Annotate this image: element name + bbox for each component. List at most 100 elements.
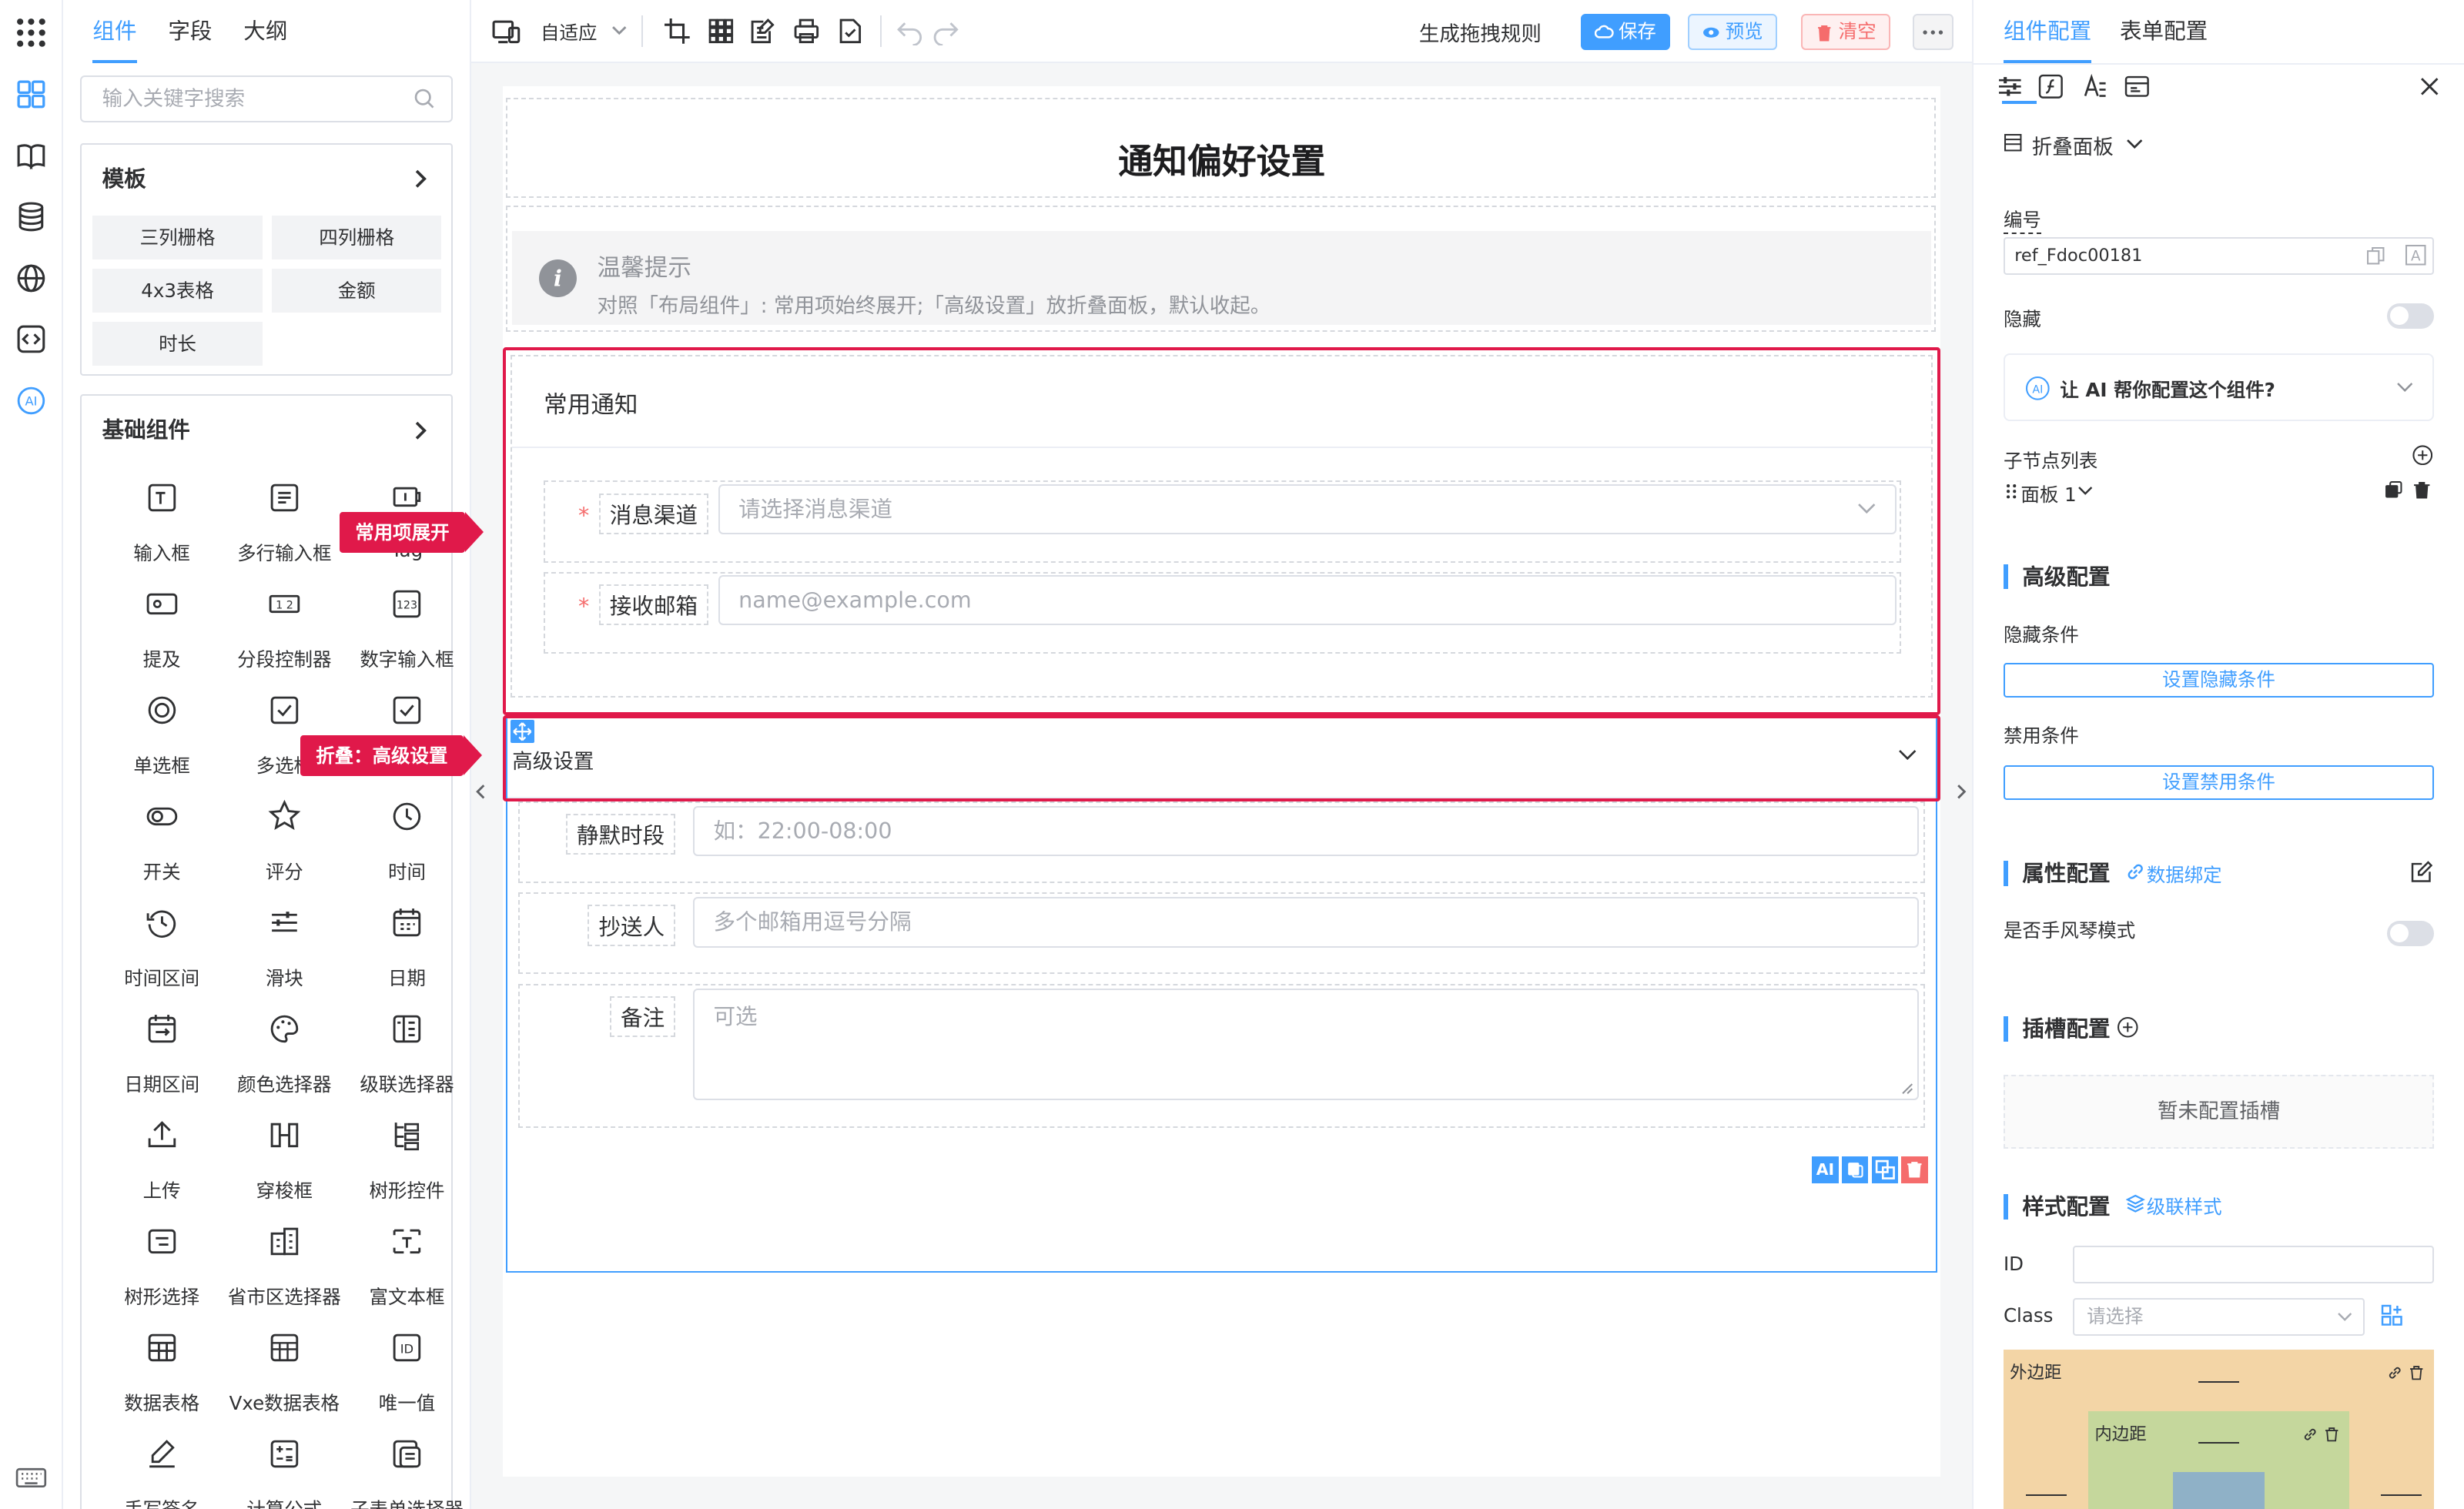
undo-icon[interactable]	[896, 17, 924, 46]
drag-dots-icon[interactable]	[2005, 483, 2017, 500]
template-amount[interactable]: 金额	[271, 268, 442, 313]
component-item[interactable]: 滑块	[223, 895, 346, 995]
component-item[interactable]: 数据表格	[101, 1320, 223, 1420]
component-item[interactable]: 子表单选择器	[346, 1426, 468, 1509]
component-item[interactable]: 单选框	[101, 682, 223, 783]
component-item[interactable]: 省市区选择器	[223, 1213, 346, 1314]
add-slot-icon[interactable]	[2117, 1016, 2139, 1039]
component-item[interactable]: 手写签名	[101, 1426, 223, 1509]
component-item[interactable]: 树形控件	[346, 1107, 468, 1208]
copy-icon[interactable]	[2366, 246, 2385, 265]
link-icon[interactable]	[2387, 1365, 2402, 1380]
chevron-down-icon[interactable]	[2077, 486, 2093, 497]
set-disable-condition-button[interactable]: 设置禁用条件	[2003, 765, 2435, 800]
clear-button[interactable]: 清空	[1800, 14, 1890, 51]
trash-icon[interactable]	[2409, 1365, 2424, 1380]
code-icon[interactable]	[14, 322, 49, 356]
grid-icon[interactable]	[707, 17, 735, 45]
component-item[interactable]: 开关	[101, 788, 223, 889]
template-4x3-table[interactable]: 4x3表格	[92, 268, 263, 313]
component-item[interactable]: 穿梭框	[223, 1107, 346, 1208]
margin-top-value[interactable]	[2198, 1380, 2240, 1383]
component-item[interactable]: 1 2 分段控制器	[223, 576, 346, 677]
hidden-toggle[interactable]	[2386, 303, 2435, 329]
margin-right-value[interactable]	[2380, 1494, 2422, 1496]
chevron-down-icon[interactable]	[610, 22, 628, 38]
duplicate-action-icon[interactable]	[1871, 1156, 1899, 1183]
copy-action-icon[interactable]	[1841, 1156, 1869, 1183]
link-icon[interactable]	[2302, 1427, 2318, 1442]
more-button[interactable]	[1912, 14, 1953, 51]
template-four-col[interactable]: 四列栅格	[271, 215, 442, 259]
component-item[interactable]: 日期区间	[101, 1001, 223, 1102]
template-duration[interactable]: 时长	[92, 322, 263, 366]
save-button[interactable]: 保存	[1581, 14, 1671, 51]
preview-button[interactable]: 预览	[1687, 14, 1777, 51]
component-item[interactable]: 富文本框	[346, 1213, 468, 1314]
padding-box[interactable]: 内边距	[2088, 1410, 2349, 1509]
edit-icon[interactable]	[2411, 861, 2433, 883]
component-item[interactable]: 评分	[223, 788, 346, 889]
component-item[interactable]: 上传	[101, 1107, 223, 1208]
resize-handle-icon[interactable]	[1901, 1082, 1913, 1095]
function-icon[interactable]	[2038, 74, 2064, 99]
data-binding-link[interactable]: 数据绑定	[2147, 861, 2222, 888]
book-icon[interactable]	[14, 139, 49, 173]
trash-icon[interactable]	[2324, 1427, 2339, 1442]
crop-icon[interactable]	[663, 17, 691, 45]
class-manage-icon[interactable]	[2381, 1304, 2403, 1327]
component-search-input[interactable]: 输入关键字搜索	[80, 75, 453, 123]
component-item[interactable]: 123 数字输入框	[346, 576, 468, 677]
id-input[interactable]: ref_Fdoc00181 A	[2003, 237, 2435, 276]
tab-form-config[interactable]: 表单配置	[2120, 0, 2208, 63]
style-id-input[interactable]	[2072, 1246, 2435, 1284]
class-select[interactable]: 请选择	[2072, 1297, 2365, 1336]
component-type[interactable]: 折叠面板	[2032, 130, 2114, 160]
template-three-col[interactable]: 三列栅格	[92, 215, 263, 259]
component-item[interactable]: 多行输入框	[223, 470, 346, 570]
component-item[interactable]: Vxe数据表格	[223, 1320, 346, 1420]
settings-sliders-icon[interactable]	[1997, 74, 2023, 99]
ai-icon[interactable]: AI	[14, 383, 49, 418]
device-icon[interactable]	[490, 17, 522, 45]
globe-icon[interactable]	[14, 261, 49, 296]
component-item[interactable]: ID 唯一值	[346, 1320, 468, 1420]
component-item[interactable]: 输入框	[101, 470, 223, 570]
ai-action-button[interactable]: AI	[1812, 1156, 1839, 1183]
cascade-style-link[interactable]: 级联样式	[2147, 1193, 2222, 1220]
accordion-toggle[interactable]	[2386, 920, 2435, 946]
tab-fields[interactable]: 字段	[168, 0, 212, 63]
component-item[interactable]: 级联选择器	[346, 1001, 468, 1102]
templates-header[interactable]: 模板	[82, 145, 451, 214]
add-child-icon[interactable]	[2412, 444, 2433, 466]
padding-top-value[interactable]	[2198, 1442, 2240, 1444]
event-icon[interactable]	[2124, 74, 2150, 99]
basic-components-header[interactable]: 基础组件	[82, 396, 451, 465]
cc-input[interactable]: 多个邮箱用逗号分隔	[692, 897, 1919, 948]
tab-components[interactable]: 组件	[92, 0, 137, 63]
component-item[interactable]: 日期	[346, 895, 468, 995]
margin-left-value[interactable]	[2025, 1494, 2067, 1496]
database-icon[interactable]	[14, 199, 49, 234]
app-grid-icon[interactable]	[14, 15, 49, 50]
quiet-input[interactable]: 如：22:00-08:00	[692, 805, 1919, 857]
layout-mode-select[interactable]: 自适应	[541, 18, 597, 45]
text-style-icon[interactable]	[2082, 73, 2107, 99]
keyboard-icon[interactable]	[14, 1460, 49, 1494]
set-hide-condition-button[interactable]: 设置隐藏条件	[2003, 663, 2435, 698]
note-textarea[interactable]: 可选	[692, 988, 1919, 1100]
component-item[interactable]: 颜色选择器	[223, 1001, 346, 1102]
component-item[interactable]: 时间区间	[101, 895, 223, 995]
component-item[interactable]: 树形选择	[101, 1213, 223, 1314]
print-icon[interactable]	[792, 17, 821, 45]
component-item[interactable]: 提及	[101, 576, 223, 677]
component-item[interactable]: 计算公式	[223, 1426, 346, 1509]
export-icon[interactable]	[836, 17, 865, 45]
generate-rules-button[interactable]: 生成拖拽规则	[1419, 17, 1542, 47]
close-icon[interactable]	[2419, 75, 2441, 98]
tab-outline[interactable]: 大纲	[243, 0, 287, 63]
ai-assistant-box[interactable]: AI 让 AI 帮你配置这个组件?	[2003, 353, 2435, 421]
font-a-icon[interactable]: A	[2405, 245, 2426, 266]
child-item-label[interactable]: 面板 1	[2020, 480, 2076, 507]
collapse-left-icon[interactable]	[471, 781, 490, 803]
